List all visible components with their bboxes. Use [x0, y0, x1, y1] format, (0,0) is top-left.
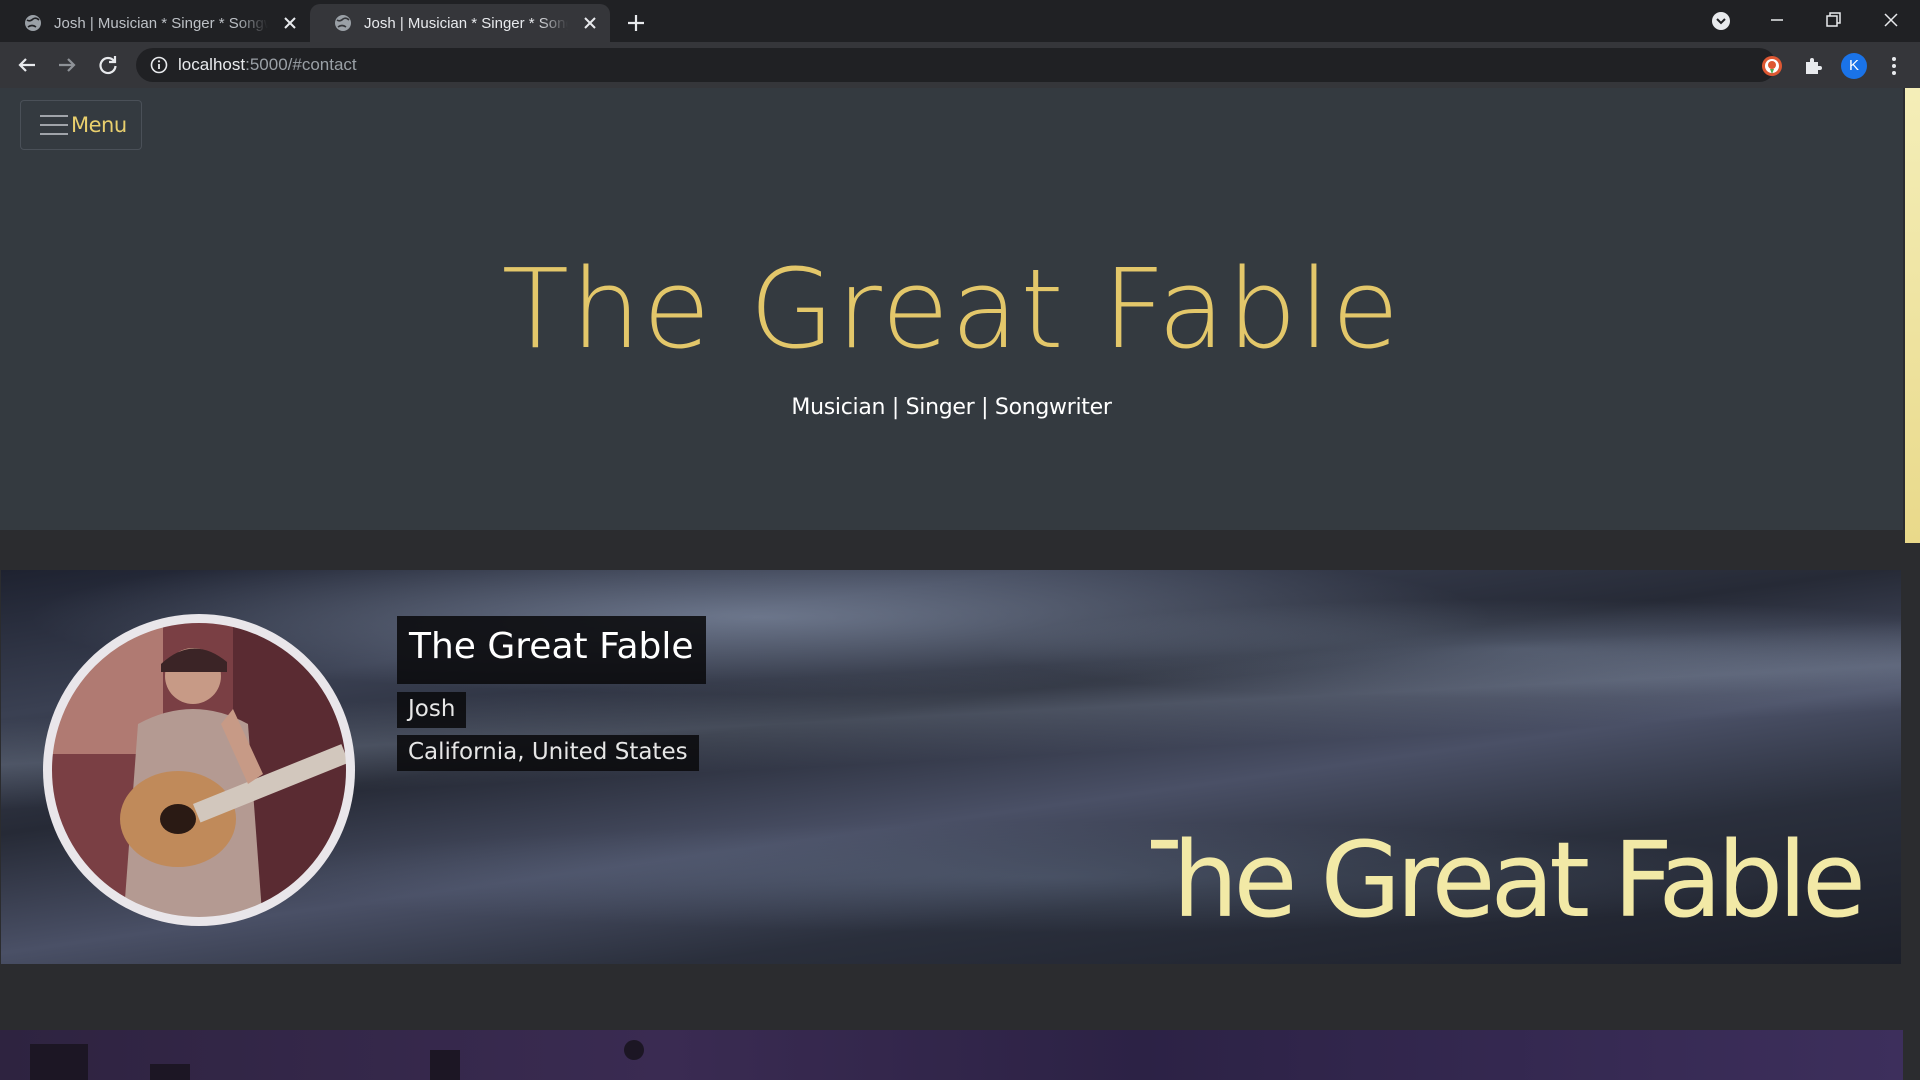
menu-button[interactable]: Menu: [20, 100, 142, 150]
menu-label: Menu: [71, 113, 127, 137]
profile-artist-name: The Great Fable: [397, 616, 706, 684]
banner-logo: The Great Fable: [1151, 819, 1866, 941]
page-viewport: Menu The Great Fable Musician | Singer |…: [0, 88, 1920, 1080]
url-path: :5000/#contact: [245, 55, 357, 74]
plus-icon[interactable]: [622, 9, 650, 37]
browser-toolbar: localhost:5000/#contact: [0, 42, 1920, 88]
next-section-artwork: [30, 1040, 644, 1080]
tab-inactive[interactable]: Josh | Musician * Singer * Songwriter: [0, 4, 310, 42]
scrollbar-thumb[interactable]: [1905, 88, 1920, 543]
profile-person-name: Josh: [397, 692, 467, 728]
page-subtitle: Musician | Singer | Songwriter: [791, 395, 1112, 420]
hamburger-icon: [40, 115, 68, 135]
profile-location: California, United States: [397, 735, 699, 771]
browser-tab-strip: Josh | Musician * Singer * Songwriter Jo…: [0, 0, 1920, 42]
profile-photo: [43, 614, 355, 926]
tab-search-icon[interactable]: [1707, 6, 1735, 34]
page-scrollbar[interactable]: [1903, 88, 1920, 1080]
back-icon[interactable]: [13, 51, 41, 79]
close-icon[interactable]: [282, 15, 298, 31]
globe-icon: [25, 15, 41, 31]
next-section-banner: [0, 1030, 1903, 1080]
site-header: Menu The Great Fable Musician | Singer |…: [0, 88, 1903, 530]
forward-icon[interactable]: [53, 51, 81, 79]
globe-icon: [335, 15, 351, 31]
avatar[interactable]: K: [1841, 53, 1867, 79]
tab-active[interactable]: Josh | Musician * Singer * Songwriter: [310, 4, 610, 42]
close-window-icon[interactable]: [1877, 6, 1905, 34]
tab-title: Josh | Musician * Singer * Songwriter: [54, 14, 268, 32]
minimize-icon[interactable]: [1763, 6, 1791, 34]
close-icon[interactable]: [582, 15, 598, 31]
tab-title: Josh | Musician * Singer * Songwriter: [364, 14, 568, 32]
profile-banner: The Great Fable Josh California, United …: [1, 570, 1901, 964]
restore-icon[interactable]: [1819, 6, 1847, 34]
address-bar[interactable]: localhost:5000/#contact: [136, 48, 1867, 82]
banner-logo-text: The Great Fable: [1151, 819, 1861, 941]
kebab-menu-icon[interactable]: [1882, 54, 1906, 78]
extension-icon[interactable]: [1760, 54, 1784, 78]
url-host: localhost: [178, 55, 246, 74]
puzzle-icon[interactable]: [1801, 54, 1825, 78]
info-icon[interactable]: [150, 56, 168, 74]
url-text: localhost:5000/#contact: [178, 55, 357, 75]
reload-icon[interactable]: [94, 51, 122, 79]
guitarist-photo: [46, 617, 352, 923]
page-title: The Great Fable: [501, 245, 1402, 373]
